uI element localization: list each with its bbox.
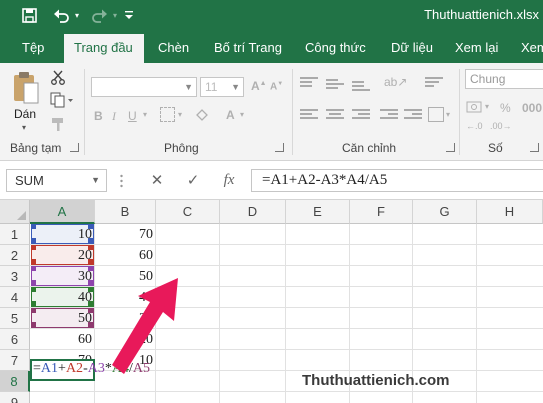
annotation-arrow-layer [112, 278, 178, 374]
annotation-arrow [112, 278, 178, 374]
excel-window: ▾ ▾ Thuthuattienich.xlsx Tệp Trang đầu C… [0, 0, 543, 403]
